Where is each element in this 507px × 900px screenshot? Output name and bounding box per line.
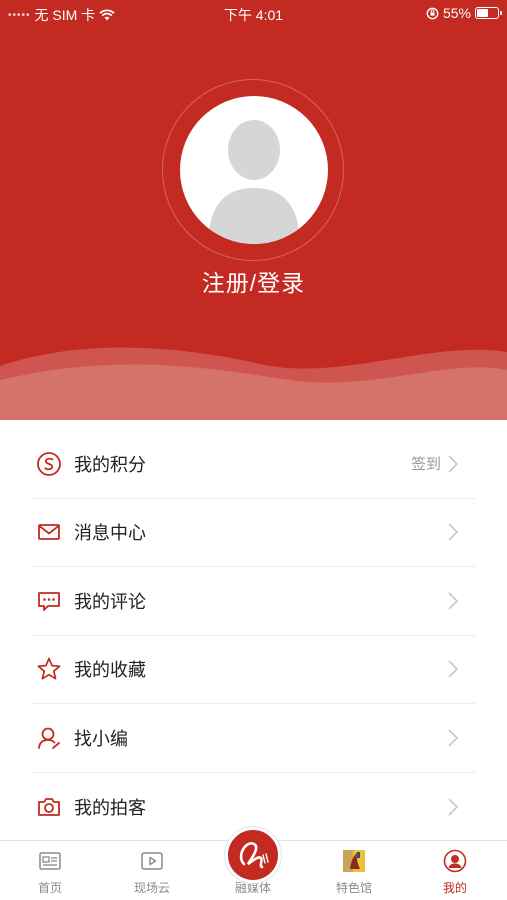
tab-mine[interactable]: 我的 bbox=[415, 841, 495, 900]
chevron-right-icon bbox=[448, 592, 459, 610]
points-icon bbox=[36, 451, 62, 477]
chevron-right-icon bbox=[448, 523, 459, 541]
menu-label: 找小编 bbox=[74, 728, 128, 749]
menu-item-points[interactable]: 我的积分 签到 bbox=[32, 430, 475, 499]
tab-live-cloud[interactable]: 现场云 bbox=[112, 841, 192, 900]
chevron-right-icon bbox=[448, 798, 459, 816]
battery-icon bbox=[475, 7, 502, 19]
chevron-right-icon bbox=[448, 455, 459, 473]
person-icon bbox=[36, 725, 62, 751]
user-circle-icon bbox=[443, 849, 467, 873]
menu-item-messages[interactable]: 消息中心 bbox=[32, 499, 475, 567]
menu-label: 我的评论 bbox=[74, 591, 146, 612]
news-icon bbox=[39, 852, 61, 870]
tab-label: 特色馆 bbox=[335, 881, 372, 895]
video-play-icon bbox=[141, 852, 163, 870]
menu-label: 消息中心 bbox=[74, 523, 146, 544]
tab-label: 现场云 bbox=[133, 881, 170, 895]
profile-header: ••••• 无 SIM 卡 下午 4:01 55% 注册/登录 bbox=[0, 0, 507, 420]
camera-icon bbox=[36, 794, 62, 820]
tab-home[interactable]: 首页 bbox=[10, 841, 90, 900]
battery-percent: 55% bbox=[442, 5, 471, 21]
status-bar: ••••• 无 SIM 卡 下午 4:01 55% bbox=[0, 0, 507, 28]
menu-label: 我的拍客 bbox=[74, 797, 146, 818]
bottom-tab-bar: 首页 现场云 融媒体 特色馆 我的 bbox=[0, 827, 507, 900]
chevron-right-icon bbox=[448, 729, 459, 747]
menu-item-favorites[interactable]: 我的收藏 bbox=[32, 636, 475, 704]
battery-level bbox=[477, 9, 488, 17]
chevron-right-icon bbox=[448, 660, 459, 678]
star-icon bbox=[36, 656, 62, 682]
profile-menu: 我的积分 签到 消息中心 我的评论 我的收藏 找小编 我的拍客 bbox=[0, 430, 507, 841]
tab-label: 我的 bbox=[442, 881, 467, 895]
menu-label: 我的收藏 bbox=[74, 660, 146, 681]
menu-item-find-editor[interactable]: 找小编 bbox=[32, 704, 475, 773]
avatar[interactable] bbox=[180, 96, 328, 244]
feature-hall-icon bbox=[343, 850, 365, 872]
mail-icon bbox=[36, 519, 62, 545]
media-logo-icon[interactable] bbox=[225, 827, 281, 883]
default-avatar-icon bbox=[208, 120, 300, 244]
comment-icon bbox=[36, 588, 62, 614]
check-in-label[interactable]: 签到 bbox=[411, 453, 441, 474]
register-login-link[interactable]: 注册/登录 bbox=[0, 264, 507, 298]
header-wave-decoration bbox=[0, 347, 507, 420]
menu-item-comments[interactable]: 我的评论 bbox=[32, 567, 475, 636]
tab-label: 首页 bbox=[37, 881, 62, 895]
tab-feature-hall[interactable]: 特色馆 bbox=[314, 841, 394, 900]
orientation-lock-icon bbox=[426, 7, 439, 19]
menu-label: 我的积分 bbox=[74, 454, 146, 475]
